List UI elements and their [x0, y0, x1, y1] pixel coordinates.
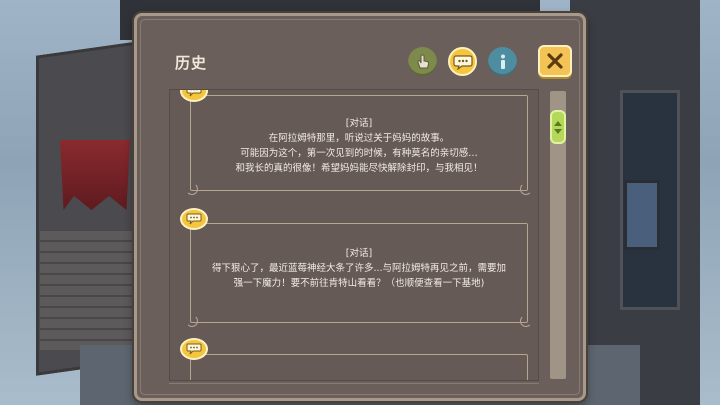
- background-window: [624, 180, 660, 250]
- info-icon: [500, 54, 505, 69]
- entry-tag: [对话]: [345, 248, 373, 259]
- entry-line: 在阿拉姆特那里，听说过关于妈妈的故事。: [268, 133, 450, 144]
- entry-text: [对话] 在阿拉姆特那里，听说过关于妈妈的故事。 可能因为这个，第一次见到的时候…: [191, 116, 527, 176]
- entry-line: 得下狠心了，最近蓝莓神经大条了许多...与阿拉姆特再见之前，需要加: [211, 263, 507, 274]
- entry-line: 可能因为这个，第一次见到的时候，有种莫名的亲切感…: [240, 148, 478, 159]
- history-entry: [对话] 得下狠心了，最近蓝莓神经大条了许多...与阿拉姆特再见之前，需要加 强…: [186, 223, 532, 327]
- history-panel: 历史 [对话] 在阿拉姆特那里，听说过关于妈妈的故事。 可能因为这个，第一次见到…: [134, 13, 586, 401]
- entry-tag: [对话]: [345, 118, 373, 129]
- filter-dialogue-button[interactable]: [448, 47, 477, 76]
- close-button[interactable]: [538, 45, 572, 77]
- entry-line: 强一下魔力！要不前往肯特山看看？（也顺便查看一下基地): [233, 278, 485, 289]
- speech-bubble-icon: [186, 343, 202, 355]
- panel-title: 历史: [175, 54, 208, 72]
- filter-info-button[interactable]: [488, 47, 517, 76]
- arrow-up-icon: [554, 120, 562, 126]
- background-curtain: [60, 140, 130, 210]
- dialogue-badge: [180, 338, 208, 360]
- entry-line: 和我长的真的很像！希望妈妈能尽快解除封印，与我相见！: [235, 163, 483, 174]
- dialogue-badge: [180, 208, 208, 230]
- history-entry: [对话] 在阿拉姆特那里，听说过关于妈妈的故事。 可能因为这个，第一次见到的时候…: [186, 95, 532, 195]
- hand-pointer-icon: [416, 53, 429, 68]
- filter-action-button[interactable]: [408, 47, 437, 76]
- entry-text: [对话] 得下狠心了，最近蓝莓神经大条了许多...与阿拉姆特再见之前，需要加 强…: [191, 246, 527, 291]
- divider: [169, 383, 539, 384]
- background-brick-wall: [40, 230, 140, 350]
- speech-bubble-icon: [452, 54, 473, 70]
- history-list[interactable]: [对话] 在阿拉姆特那里，听说过关于妈妈的故事。 可能因为这个，第一次见到的时候…: [169, 89, 539, 381]
- close-x-icon: [547, 53, 563, 69]
- scrollbar-thumb[interactable]: [550, 110, 566, 144]
- speech-bubble-icon: [186, 90, 202, 97]
- history-entry: [190, 354, 528, 380]
- arrow-down-icon: [554, 128, 562, 134]
- speech-bubble-icon: [186, 213, 202, 225]
